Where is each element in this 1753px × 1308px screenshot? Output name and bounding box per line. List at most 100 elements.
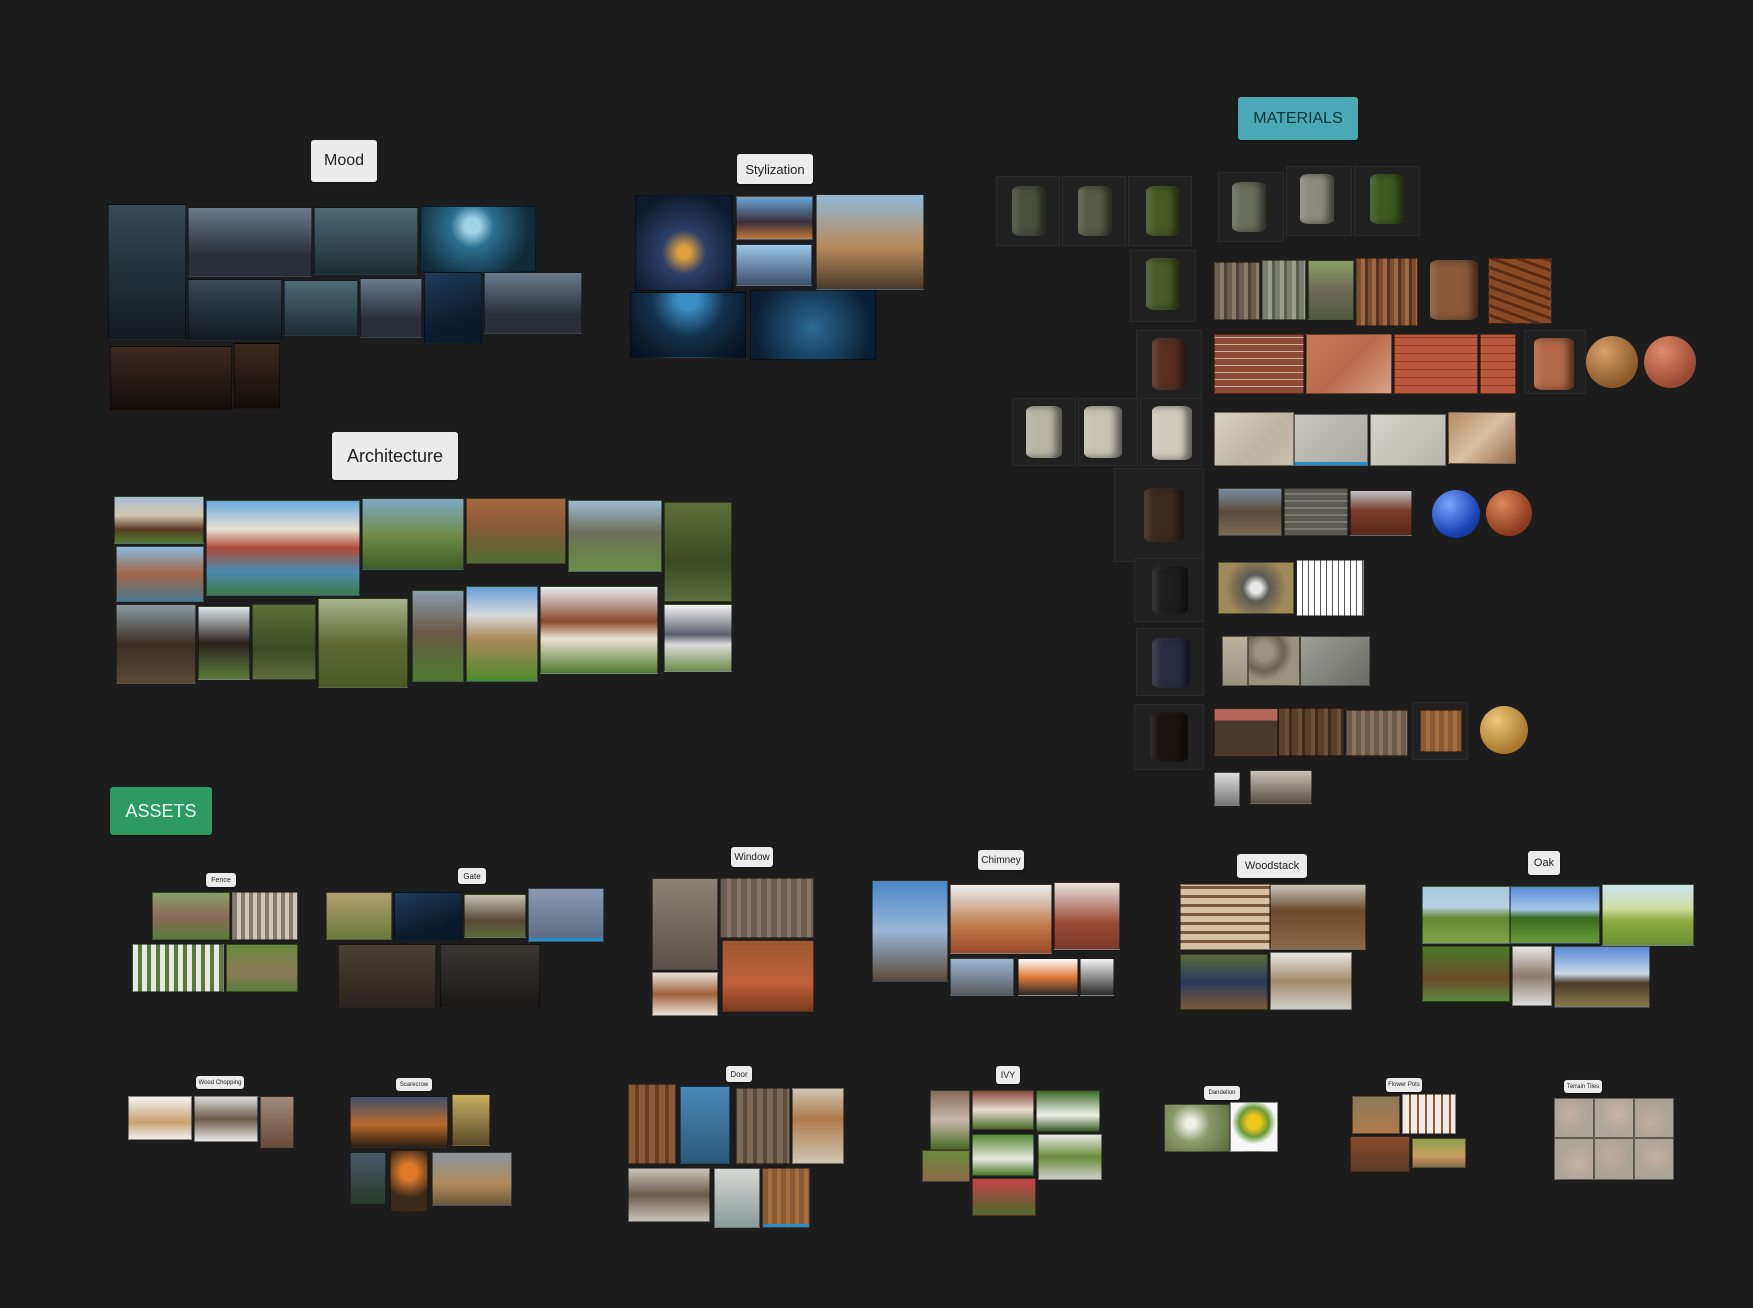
mood-image[interactable] <box>314 207 418 275</box>
mood-image[interactable] <box>484 272 582 334</box>
moss-bark-cylinder-icon[interactable] <box>1146 258 1180 310</box>
window-pattern-texture[interactable] <box>1296 560 1364 616</box>
woodstack-image[interactable] <box>1180 954 1268 1010</box>
architecture-image[interactable] <box>318 598 408 688</box>
woodstack-image[interactable] <box>1270 884 1366 950</box>
gate-image[interactable] <box>338 944 436 1008</box>
gate-image[interactable] <box>326 892 392 940</box>
wood-texture[interactable] <box>1346 710 1408 756</box>
architecture-image[interactable] <box>206 500 360 596</box>
mood-image[interactable] <box>360 278 422 338</box>
asset-label-flower-pots[interactable]: Flower Pots <box>1386 1078 1422 1092</box>
mood-image[interactable] <box>188 279 282 341</box>
terrain-tile[interactable] <box>1634 1138 1674 1180</box>
roof-tile-sphere-icon[interactable] <box>1486 490 1532 536</box>
brick-texture[interactable] <box>1480 334 1516 394</box>
architecture-image[interactable] <box>466 498 566 564</box>
terrain-tile[interactable] <box>1594 1138 1634 1180</box>
fence-image[interactable] <box>132 944 224 992</box>
plaster-cylinder-icon[interactable] <box>1084 406 1122 458</box>
mood-image[interactable] <box>110 346 232 411</box>
moss-stone-cylinder-icon[interactable] <box>1012 186 1046 236</box>
wood-texture[interactable] <box>1214 708 1278 756</box>
wood-cylinder-icon[interactable] <box>1150 712 1188 762</box>
ivy-image[interactable] <box>972 1090 1034 1130</box>
door-image[interactable] <box>736 1088 790 1164</box>
architecture-image[interactable] <box>116 604 196 684</box>
architecture-image[interactable] <box>198 606 250 680</box>
oak-image[interactable] <box>1510 886 1600 944</box>
chimney-image[interactable] <box>1018 958 1078 996</box>
door-image[interactable] <box>792 1088 844 1164</box>
bark-texture[interactable] <box>1308 260 1354 320</box>
plaster-cylinder-icon[interactable] <box>1152 406 1192 460</box>
oak-image[interactable] <box>1512 946 1552 1006</box>
asset-label-gate[interactable]: Gate <box>458 868 486 884</box>
gate-image[interactable] <box>394 892 462 940</box>
architecture-image[interactable] <box>252 604 316 680</box>
flower-pots-image[interactable] <box>1412 1138 1466 1168</box>
window-image[interactable] <box>652 972 718 1016</box>
terrain-tile[interactable] <box>1594 1098 1634 1138</box>
material-reference[interactable] <box>1214 772 1240 806</box>
wood-texture[interactable] <box>1278 708 1344 756</box>
architecture-image[interactable] <box>466 586 538 682</box>
architecture-image[interactable] <box>664 604 732 672</box>
window-image[interactable] <box>652 878 718 970</box>
oak-image[interactable] <box>1602 884 1694 946</box>
ivy-image[interactable] <box>930 1090 970 1150</box>
window-image[interactable] <box>722 940 814 1012</box>
scarecrow-image[interactable] <box>452 1094 490 1146</box>
woodstack-image[interactable] <box>1270 952 1352 1010</box>
flower-pots-image[interactable] <box>1352 1096 1400 1134</box>
dandelion-image[interactable] <box>1164 1104 1230 1152</box>
scarecrow-image[interactable] <box>350 1096 448 1148</box>
stylization-label[interactable]: Stylization <box>737 154 813 184</box>
gate-image[interactable] <box>440 944 540 1008</box>
wood-chopping-image[interactable] <box>194 1096 258 1142</box>
assets-label[interactable]: ASSETS <box>110 787 212 835</box>
asset-label-oak[interactable]: Oak <box>1528 851 1560 875</box>
asset-label-wood-chopping[interactable]: Wood Chopping <box>196 1076 244 1089</box>
plaster-cylinder-icon[interactable] <box>1026 406 1062 458</box>
ivy-image[interactable] <box>1036 1090 1100 1132</box>
plaster-texture[interactable] <box>1448 412 1516 464</box>
mood-label[interactable]: Mood <box>311 140 377 182</box>
bark-texture[interactable] <box>1214 262 1260 320</box>
stylization-image[interactable] <box>750 290 876 360</box>
asset-label-chimney[interactable]: Chimney <box>978 850 1024 870</box>
slate-sphere-icon[interactable] <box>1432 490 1480 538</box>
roof-cylinder-icon[interactable] <box>1144 488 1184 542</box>
wood-plank-icon[interactable] <box>1420 710 1462 752</box>
moss-cylinder-icon[interactable] <box>1370 174 1404 224</box>
door-image[interactable] <box>680 1086 730 1164</box>
cobble-texture[interactable] <box>1222 636 1248 686</box>
moss-stone-cylinder-icon[interactable] <box>1078 186 1112 236</box>
brick-cylinder-icon[interactable] <box>1534 338 1574 390</box>
architecture-image[interactable] <box>114 496 204 544</box>
architecture-image[interactable] <box>664 502 732 602</box>
brick-texture[interactable] <box>1214 334 1304 394</box>
chimney-image[interactable] <box>1080 958 1114 996</box>
gate-image[interactable] <box>528 888 604 942</box>
stylization-image[interactable] <box>635 195 733 291</box>
cobble-texture[interactable] <box>1248 636 1300 686</box>
bark-cylinder-icon[interactable] <box>1430 260 1478 320</box>
asset-label-scarecrow[interactable]: Scarecrow <box>396 1078 432 1091</box>
terrain-tile[interactable] <box>1634 1098 1674 1138</box>
stylization-image[interactable] <box>736 244 812 286</box>
chimney-image[interactable] <box>950 958 1014 996</box>
asset-label-dandelion[interactable]: Dandelion <box>1204 1086 1240 1100</box>
brick-texture[interactable] <box>1394 334 1478 394</box>
stylization-image[interactable] <box>816 194 924 290</box>
plaster-texture[interactable] <box>1370 414 1446 466</box>
architecture-image[interactable] <box>568 500 662 572</box>
ivy-image[interactable] <box>922 1150 970 1182</box>
brick-cylinder-icon[interactable] <box>1152 338 1186 390</box>
ivy-image[interactable] <box>972 1134 1034 1176</box>
scarecrow-image[interactable] <box>390 1150 428 1212</box>
mood-image[interactable] <box>284 280 358 336</box>
brick-sphere-icon[interactable] <box>1644 336 1696 388</box>
wood-chopping-image[interactable] <box>128 1096 192 1140</box>
door-image[interactable] <box>714 1168 760 1228</box>
